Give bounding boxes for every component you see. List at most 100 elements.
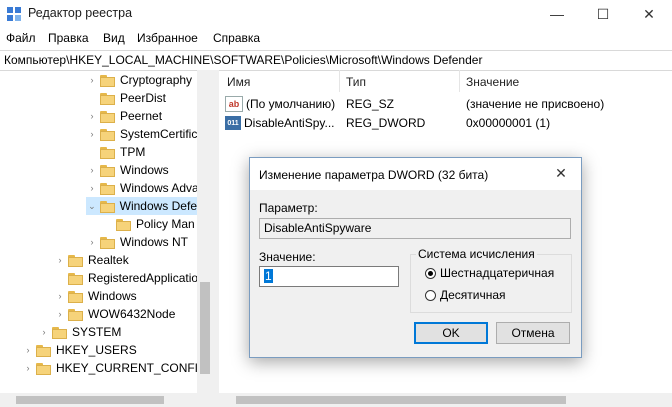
column-header-value[interactable]: Значение [466,75,519,89]
string-value-icon: ab [225,96,243,112]
dialog-title: Изменение параметра DWORD (32 бита) [259,168,489,182]
row-value: 0x00000001 (1) [466,116,551,130]
ok-button[interactable]: OK [414,322,488,344]
tree-item[interactable]: › HKEY_USERS [22,341,137,359]
dialog-close-button[interactable]: ✕ [550,165,572,183]
tree-horizontal-scroll-thumb[interactable] [16,396,164,404]
value-data-input[interactable]: 1 [259,266,399,287]
tree-item[interactable]: › Windows Adva [86,179,199,197]
menu-file[interactable]: Файл [6,31,36,45]
expander-icon[interactable]: › [22,345,34,355]
tree-item-label: Windows [120,163,169,177]
tree-item-label: SystemCertific [120,127,198,141]
folder-icon [100,182,116,195]
expander-icon[interactable]: › [86,111,98,121]
folder-icon [68,272,84,285]
expander-icon[interactable]: › [22,363,34,373]
menu-help[interactable]: Справка [213,31,260,45]
folder-icon [36,344,52,357]
decimal-radio[interactable]: Десятичная [425,288,506,302]
list-horizontal-scroll-thumb[interactable] [236,396,566,404]
tree-item[interactable]: › SystemCertific [86,125,198,143]
value-label: Значение: [259,250,316,264]
folder-icon [100,236,116,249]
menu-favorites[interactable]: Избранное [137,31,198,45]
tree-item[interactable]: › Windows NT [86,233,189,251]
edit-dword-dialog: Изменение параметра DWORD (32 бита) ✕ Па… [249,157,582,358]
value-data-text[interactable]: 1 [264,269,273,283]
expander-icon[interactable]: › [54,291,66,301]
tree-item-label: Windows [88,289,137,303]
tree-item[interactable]: › WOW6432Node [54,305,176,323]
tree-item[interactable]: › Cryptography [86,71,193,89]
radio-selected-icon[interactable] [425,267,436,279]
hex-radio[interactable]: Шестнадцатеричная [425,266,554,280]
table-row[interactable]: ab (По умолчанию) REG_SZ (значение не пр… [225,95,604,113]
row-value: (значение не присвоено) [466,97,605,111]
table-row[interactable]: 011 DisableAntiSpy... REG_DWORD 0x000000… [225,114,550,132]
row-name: (По умолчанию) [246,97,336,111]
expander-icon[interactable]: › [54,309,66,319]
column-header-name[interactable]: Имя [227,75,250,89]
menu-view[interactable]: Вид [103,31,125,45]
maximize-button[interactable]: ☐ [580,0,626,28]
expander-icon[interactable]: › [54,255,66,265]
dialog-title-bar: Изменение параметра DWORD (32 бита) ✕ [250,158,581,190]
tree-item-selected[interactable]: ⌄ Windows Defe [86,197,197,215]
tree-item-label: HKEY_CURRENT_CONFIG [56,361,208,375]
cancel-button[interactable]: Отмена [496,322,570,344]
folder-icon [116,218,132,231]
folder-icon [52,326,68,339]
tree-item[interactable]: TPM [86,143,145,161]
column-header-type[interactable]: Тип [346,75,366,89]
expander-icon[interactable]: › [86,237,98,247]
tree-vertical-scroll-thumb[interactable] [200,282,210,374]
tree-item[interactable]: › Windows [54,287,137,305]
tree-item-label: RegisteredApplicatio [88,271,199,285]
tree-item-label: TPM [120,145,146,159]
base-group [410,254,572,313]
hex-radio-label: Шестнадцатеричная [440,266,555,280]
column-divider[interactable] [459,70,460,92]
expander-icon[interactable]: › [86,165,98,175]
tree-item[interactable]: RegisteredApplicatio [54,269,198,287]
expander-icon[interactable]: › [86,183,98,193]
row-type: REG_DWORD [346,116,426,130]
tree-item-label: Windows NT [120,235,189,249]
menu-bar: Файл Правка Вид Избранное Справка [0,28,672,48]
registry-tree[interactable]: › Cryptography PeerDist › Peernet › SystemC… [0,70,213,393]
tree-item[interactable]: › Realtek [54,251,129,269]
tree-item-label: HKEY_USERS [56,343,137,357]
title-bar: Редактор реестра — ☐ ✕ [0,0,672,28]
expander-icon[interactable]: ⌄ [86,201,98,212]
tree-item-label: Cryptography [120,73,193,87]
base-group-label: Система исчисления [416,247,537,261]
folder-icon [100,164,116,177]
tree-item[interactable]: Policy Man [102,215,195,233]
tree-item[interactable]: PeerDist [86,89,166,107]
menu-edit[interactable]: Правка [48,31,89,45]
address-bar[interactable]: Компьютер\HKEY_LOCAL_MACHINE\SOFTWARE\Po… [0,50,672,71]
folder-icon [100,74,116,87]
folder-icon [100,92,116,105]
folder-icon [99,200,116,213]
column-divider[interactable] [339,70,340,92]
tree-item[interactable]: › SYSTEM [38,323,122,341]
expander-icon[interactable]: › [86,75,98,85]
address-path[interactable]: Компьютер\HKEY_LOCAL_MACHINE\SOFTWARE\Po… [4,53,482,67]
radio-unselected-icon[interactable] [425,289,436,301]
folder-icon [68,254,84,267]
folder-icon [100,110,116,123]
tree-item-label: SYSTEM [72,325,122,339]
tree-item-label: Windows Defe [119,199,197,213]
tree-item[interactable]: › Peernet [86,107,163,125]
expander-icon[interactable]: › [86,129,98,139]
minimize-button[interactable]: — [534,0,580,28]
tree-item-label: Policy Man [136,217,195,231]
expander-icon[interactable]: › [38,327,50,337]
folder-icon [100,146,116,159]
row-name: DisableAntiSpy... [244,116,335,130]
tree-item[interactable]: › HKEY_CURRENT_CONFIG [22,359,208,377]
tree-item[interactable]: › Windows [86,161,169,179]
close-button[interactable]: ✕ [626,0,672,28]
